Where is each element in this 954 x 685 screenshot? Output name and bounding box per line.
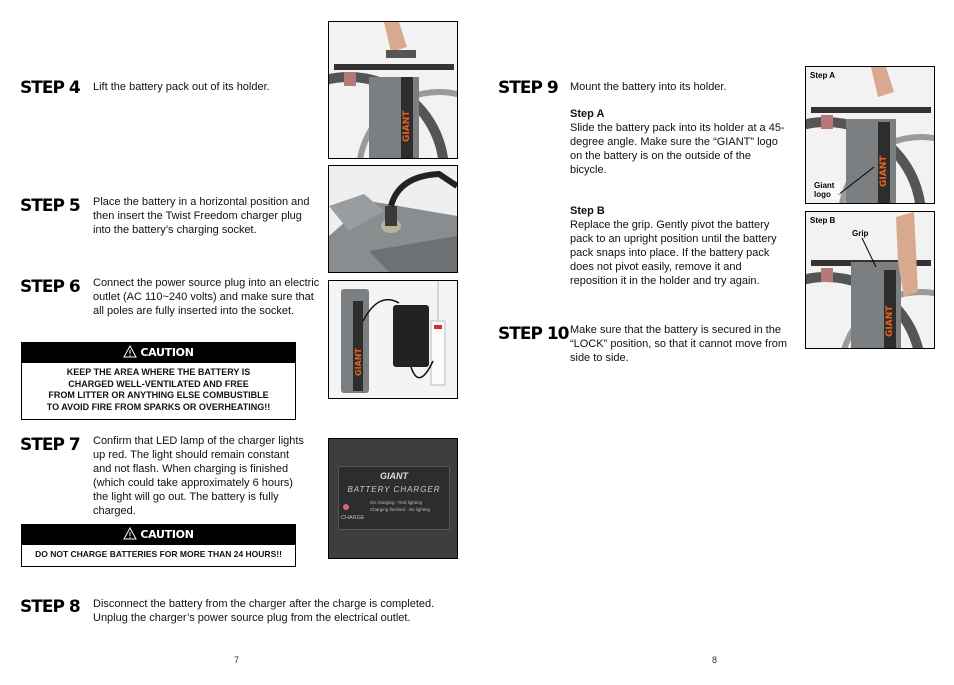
page-number: 7	[234, 655, 240, 665]
caution-line: TO AVOID FIRE FROM SPARKS OR OVERHEATING…	[46, 401, 271, 412]
step-8-text: Disconnect the battery from the charger …	[93, 598, 435, 624]
step-4-title: STEP 4	[20, 78, 81, 98]
charger-plug-illustration	[329, 170, 457, 272]
svg-text:GIANT: GIANT	[885, 305, 895, 337]
step-5-title: STEP 5	[20, 196, 81, 216]
page-number: 8	[712, 655, 718, 665]
step-7-title: STEP 7	[20, 435, 81, 455]
step-a-heading: Step A	[570, 108, 605, 120]
grip-callout: Grip	[852, 229, 869, 238]
step-9-text: Mount the battery into its holder. Step …	[570, 80, 790, 288]
warning-triangle-icon	[123, 527, 138, 540]
photo-charger-panel: GIANT BATTERY CHARGER On charging : Red …	[328, 438, 458, 559]
caution-message: DO NOT CHARGE BATTERIES FOR MORE THAN 24…	[22, 545, 295, 565]
caution-line: DO NOT CHARGE BATTERIES FOR MORE THAN 24…	[35, 549, 282, 559]
svg-text:GIANT: GIANT	[354, 348, 363, 376]
svg-text:GIANT: GIANT	[879, 155, 889, 187]
photo-charger-setup: GIANT	[328, 280, 458, 399]
step-9-title: STEP 9	[498, 78, 559, 98]
step-a-text: Slide the battery pack into its holder a…	[570, 122, 785, 176]
step-b-text: Replace the grip. Gently pivot the batte…	[570, 219, 777, 287]
step-7-text: Confirm that LED lamp of the charger lig…	[93, 435, 304, 517]
caution-line: CHARGED WELL-VENTILATED AND FREE	[68, 378, 249, 389]
step-6-title: STEP 6	[20, 277, 81, 297]
photo-step-a: GIANT Step A Giant logo	[805, 66, 935, 204]
charger-brand: GIANT	[380, 471, 408, 481]
photo-step-b: GIANT Step B Grip	[805, 211, 935, 349]
step-9-intro: Mount the battery into its holder.	[570, 81, 727, 93]
step-b-illustration: GIANT	[806, 212, 934, 348]
step-b-heading: Step B	[570, 205, 605, 217]
charger-legend-finished: Charging finished : No lighting	[370, 507, 431, 512]
svg-text:GIANT: GIANT	[402, 110, 412, 142]
caution-message: KEEP THE AREA WHERE THE BATTERY IS CHARG…	[22, 363, 295, 417]
charger-legend-charging: On charging : Red lighting	[370, 500, 423, 505]
caution-box-ventilation: CAUTION KEEP THE AREA WHERE THE BATTERY …	[21, 342, 296, 420]
photo-lift-battery: GIANT	[328, 21, 458, 159]
charge-led-label: CHARGE	[341, 515, 365, 521]
warning-triangle-icon	[123, 345, 138, 358]
caution-line: FROM LITTER OR ANYTHING ELSE COMBUSTIBLE	[48, 390, 269, 400]
step-a-label: Step A	[810, 71, 836, 80]
charger-label-panel: GIANT BATTERY CHARGER On charging : Red …	[338, 466, 450, 530]
step-5-text: Place the battery in a horizontal positi…	[93, 196, 310, 236]
charger-title: BATTERY CHARGER	[347, 485, 441, 494]
caution-heading: CAUTION	[22, 525, 295, 545]
caution-label: CAUTION	[140, 346, 194, 359]
giant-logo-callout: Giant logo	[814, 181, 840, 199]
charge-led-icon	[343, 504, 349, 510]
step-10-title: STEP 10	[498, 324, 569, 344]
charger-setup-illustration: GIANT	[341, 281, 446, 393]
battery-lift-illustration: GIANT	[329, 22, 457, 158]
caution-label: CAUTION	[140, 528, 194, 541]
caution-box-charge-time: CAUTION DO NOT CHARGE BATTERIES FOR MORE…	[21, 524, 296, 567]
step-6-text: Connect the power source plug into an el…	[93, 277, 320, 317]
step-b-label: Step B	[810, 216, 836, 225]
caution-line: KEEP THE AREA WHERE THE BATTERY IS	[66, 367, 251, 377]
photo-charger-plug	[328, 165, 458, 273]
caution-heading: CAUTION	[22, 343, 295, 363]
step-10-text: Make sure that the battery is secured in…	[570, 324, 788, 364]
step-4-text: Lift the battery pack out of its holder.	[93, 81, 270, 93]
step-8-title: STEP 8	[20, 597, 81, 617]
